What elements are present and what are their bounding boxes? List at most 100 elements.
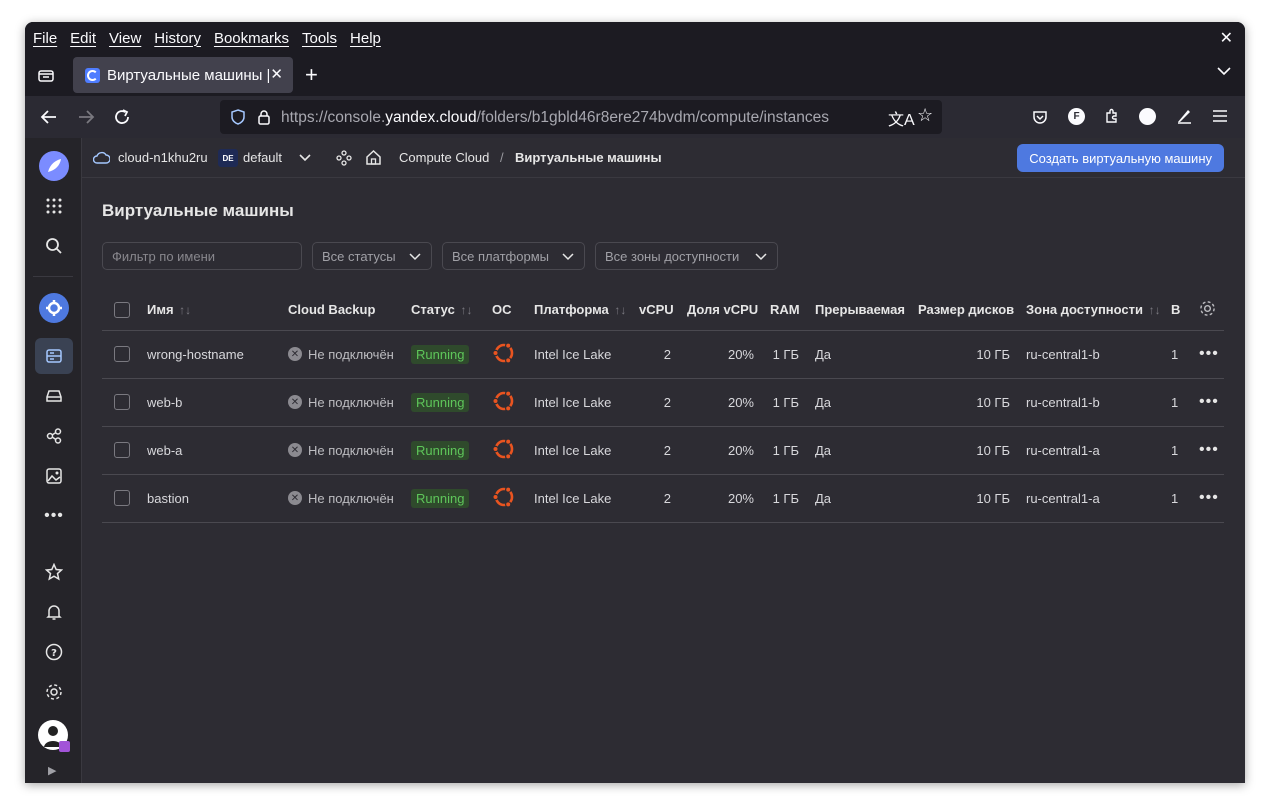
row-checkbox[interactable] — [114, 490, 130, 507]
sidebar-item-vms[interactable] — [35, 338, 73, 374]
select-all-checkbox[interactable] — [114, 302, 130, 319]
tab-active[interactable]: Виртуальные машины | ✕ — [73, 57, 293, 93]
table-row[interactable]: web-a ✕ Не подключён Running Intel Ice Lake 2… — [102, 426, 1224, 475]
sort-icon[interactable]: ↑↓ — [1149, 303, 1161, 317]
grid-icon — [46, 198, 62, 214]
menu-view[interactable]: View — [109, 30, 141, 47]
sidebar-item-images[interactable] — [35, 458, 73, 494]
more-icon[interactable]: ••• — [1199, 441, 1219, 458]
row-checkbox[interactable] — [114, 346, 130, 363]
name-filter-input[interactable]: Фильтр по имени — [102, 242, 302, 270]
instance-name[interactable]: web-a — [147, 426, 288, 475]
sort-icon[interactable]: ↑↓ — [460, 303, 472, 317]
breadcrumb-current: Виртуальные машины — [515, 150, 662, 165]
home-icon[interactable] — [365, 149, 382, 166]
sidebar-compute[interactable] — [35, 290, 73, 326]
expand-sidebar-icon[interactable]: ▶ — [48, 764, 56, 777]
sidebar-notifications[interactable] — [35, 594, 73, 630]
row-checkbox[interactable] — [114, 442, 130, 459]
services-menu[interactable] — [35, 188, 73, 224]
services-icon[interactable] — [336, 150, 352, 166]
table-row[interactable]: bastion ✕ Не подключён Running Intel Ice Lak… — [102, 474, 1224, 523]
cloud-icon — [93, 151, 110, 164]
back-icon[interactable] — [39, 107, 59, 127]
table-header-row: Имя ↑↓ Cloud Backup Статус ↑↓ ОС Платфор… — [102, 290, 1224, 331]
menu-help[interactable]: Help — [350, 30, 381, 47]
breadcrumb-cloud[interactable]: cloud-n1khu2ru — [118, 150, 208, 165]
lock-icon[interactable] — [257, 109, 271, 125]
chevron-down-icon[interactable] — [1217, 64, 1231, 78]
row-checkbox[interactable] — [114, 394, 130, 411]
settings-icon[interactable] — [1199, 300, 1216, 317]
sidebar-item-groups[interactable] — [35, 418, 73, 454]
more-icon[interactable]: ••• — [1199, 489, 1219, 506]
translate-icon[interactable]: 文A — [888, 106, 915, 130]
sidebar-item-disks[interactable] — [35, 378, 73, 414]
compute-cloud-icon — [39, 293, 69, 323]
column-name[interactable]: Имя ↑↓ — [147, 290, 288, 331]
more-icon[interactable]: ••• — [1199, 393, 1219, 410]
chevron-down-icon — [562, 253, 574, 261]
breadcrumb-folder[interactable]: default — [243, 150, 282, 165]
url-bar[interactable]: https://console.yandex.cloud/folders/b1g… — [220, 100, 942, 134]
instance-name[interactable]: bastion — [147, 474, 288, 523]
status-filter-select[interactable]: Все статусы — [312, 242, 432, 270]
sidebar-search[interactable] — [35, 228, 73, 264]
instance-name[interactable]: web-b — [147, 378, 288, 427]
menu-history[interactable]: History — [154, 30, 201, 47]
column-zone[interactable]: Зона доступности ↑↓ — [1026, 290, 1171, 331]
status-cell: Running — [411, 378, 492, 427]
sidebar-more[interactable]: ••• — [35, 498, 73, 534]
create-vm-button[interactable]: Создать виртуальную машину — [1017, 144, 1224, 172]
column-status[interactable]: Статус ↑↓ — [411, 290, 492, 331]
sidebar-favorites[interactable] — [35, 554, 73, 590]
column-platform[interactable]: Платформа ↑↓ — [534, 290, 639, 331]
sort-icon[interactable]: ↑↓ — [614, 303, 626, 317]
column-os: ОС — [492, 290, 534, 331]
status-badge: Running — [411, 488, 470, 508]
table-row[interactable]: web-b ✕ Не подключён Running Intel Ice Lake 2… — [102, 378, 1224, 427]
column-ram: RAM — [770, 290, 815, 331]
url-text[interactable]: https://console.yandex.cloud/folders/b1g… — [281, 109, 829, 127]
sidebar-help[interactable]: ? — [35, 634, 73, 670]
extension-s-icon[interactable] — [1139, 108, 1156, 125]
table-row[interactable]: wrong-hostname ✕ Не подключён Running Intel … — [102, 330, 1224, 379]
breadcrumb-service[interactable]: Compute Cloud — [399, 150, 489, 165]
forward-icon[interactable] — [76, 107, 96, 127]
sidebar-settings[interactable] — [35, 674, 73, 710]
backup-status: Не подключён — [308, 490, 394, 506]
window-close-icon[interactable]: ✕ — [1220, 28, 1233, 48]
tab-list-icon[interactable] — [37, 66, 55, 84]
account-icon[interactable]: F — [1068, 108, 1085, 125]
zone-filter-select[interactable]: Все зоны доступности — [595, 242, 778, 270]
extra-cell: 1 — [1171, 426, 1191, 475]
sidebar-profile[interactable] — [35, 718, 73, 754]
sort-icon[interactable]: ↑↓ — [179, 303, 191, 317]
platform-filter-select[interactable]: Все платформы — [442, 242, 585, 270]
zone-cell: ru-central1-a — [1026, 474, 1171, 523]
menu-bookmarks[interactable]: Bookmarks — [214, 30, 289, 47]
plus-icon[interactable]: + — [305, 62, 318, 88]
preemptible-cell: Да — [815, 330, 918, 379]
sidebar-logo[interactable] — [35, 148, 73, 184]
menu-tools[interactable]: Tools — [302, 30, 337, 47]
star-icon[interactable]: ☆ — [917, 105, 933, 126]
extension-pen-icon[interactable] — [1175, 107, 1193, 125]
hamburger-icon[interactable] — [1212, 109, 1228, 123]
more-icon[interactable]: ••• — [1199, 345, 1219, 362]
chevron-down-icon[interactable] — [299, 153, 311, 163]
platform-cell: Intel Ice Lake — [534, 426, 639, 475]
menu-file[interactable]: File — [33, 30, 57, 47]
vcpu-share-cell: 20% — [687, 378, 770, 427]
pocket-icon[interactable] — [1031, 108, 1049, 126]
tab-close-icon[interactable]: ✕ — [270, 65, 283, 83]
yandex-cloud-logo-icon — [39, 151, 69, 181]
instance-name[interactable]: wrong-hostname — [147, 330, 288, 379]
reload-icon[interactable] — [112, 107, 132, 127]
column-settings[interactable] — [1191, 290, 1224, 331]
chevron-down-icon — [755, 253, 767, 261]
vcpu-cell: 2 — [639, 378, 687, 427]
extensions-icon[interactable] — [1103, 107, 1121, 125]
shield-icon[interactable] — [230, 109, 246, 125]
menu-edit[interactable]: Edit — [70, 30, 96, 47]
